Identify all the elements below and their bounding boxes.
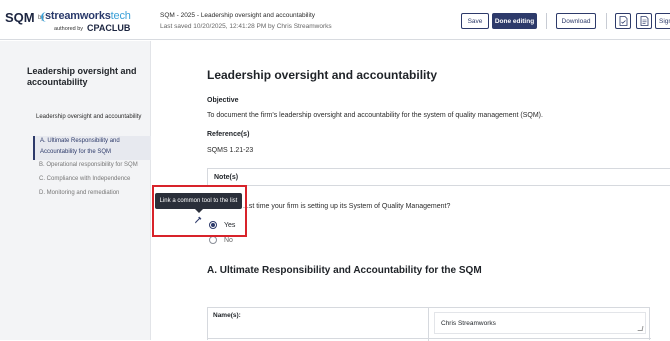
link-tool-icon bbox=[194, 216, 201, 223]
logo-company: streamworkstech bbox=[45, 10, 131, 22]
sidebar-item-compliance-independence[interactable]: C. Compliance with Independence bbox=[33, 174, 151, 185]
tooltip: Link a common tool to the list bbox=[155, 193, 242, 213]
names-table: Name(s): Chris Streamworks bbox=[207, 307, 651, 341]
notes-label: Note(s) bbox=[214, 174, 239, 181]
radio-button[interactable] bbox=[209, 236, 217, 244]
tooltip-text: Link a common tool to the list bbox=[159, 198, 238, 204]
toolbar-divider bbox=[546, 13, 547, 29]
references-text: SQMS 1.21-23 bbox=[207, 147, 254, 154]
link-tool-button[interactable] bbox=[191, 212, 205, 226]
sidebar-item-monitoring-remediation[interactable]: D. Monitoring and remediation bbox=[33, 188, 151, 199]
notes-panel[interactable]: Note(s) bbox=[207, 168, 670, 186]
names-field[interactable]: Chris Streamworks bbox=[434, 312, 646, 334]
sidebar-title: Leadership oversight and accountability bbox=[27, 66, 137, 87]
radio-label-no: No bbox=[224, 236, 233, 244]
objective-label: Objective bbox=[207, 97, 239, 104]
document-title: SQM - 2025 - Leadership oversight and ac… bbox=[160, 12, 316, 19]
app-header: SQM by streamworkstech authored by CPACL… bbox=[0, 0, 670, 40]
names-label: Name(s): bbox=[213, 312, 241, 319]
last-saved-status: Last saved 10/20/2025, 12:41:28 PM by Ch… bbox=[160, 23, 332, 30]
resize-handle-icon[interactable] bbox=[637, 326, 644, 331]
logo-partner: CPACLUB bbox=[87, 23, 131, 33]
names-value: Chris Streamworks bbox=[441, 320, 496, 327]
logo-authored-by: authored by bbox=[54, 26, 84, 32]
objective-text: To document the firm's leadership oversi… bbox=[207, 112, 543, 119]
table-column-divider bbox=[428, 308, 429, 341]
radio-option-no[interactable]: No bbox=[209, 236, 233, 244]
sidebar-item-ultimate-responsibility[interactable]: A. Ultimate Responsibility and Accountab… bbox=[33, 136, 151, 160]
setup-question: ...st time your firm is setting up its S… bbox=[243, 203, 451, 210]
section-heading: A. Ultimate Responsibility and Accountab… bbox=[207, 265, 482, 276]
table-row-divider bbox=[208, 338, 651, 339]
save-button[interactable]: Save bbox=[461, 13, 489, 29]
logo-product: SQM bbox=[5, 10, 35, 25]
sidebar-section-heading[interactable]: Leadership oversight and accountability bbox=[36, 112, 146, 123]
download-button[interactable]: Download bbox=[556, 13, 596, 29]
sidebar-item-operational-responsibility[interactable]: B. Operational responsibility for SQM bbox=[33, 160, 151, 171]
document-icon bbox=[640, 16, 648, 26]
app-logo[interactable]: SQM by streamworkstech authored by CPACL… bbox=[5, 9, 135, 35]
sidebar: Leadership oversight and accountability … bbox=[0, 41, 151, 340]
document-check-button[interactable] bbox=[615, 13, 631, 29]
sign-button[interactable]: Sign bbox=[655, 13, 670, 29]
done-editing-button[interactable]: Done editing bbox=[492, 13, 537, 29]
references-label: Reference(s) bbox=[207, 131, 250, 138]
page-title: Leadership oversight and accountability bbox=[207, 68, 438, 82]
toolbar-divider bbox=[606, 13, 607, 29]
document-check-icon bbox=[619, 16, 627, 26]
document-button[interactable] bbox=[636, 13, 652, 29]
